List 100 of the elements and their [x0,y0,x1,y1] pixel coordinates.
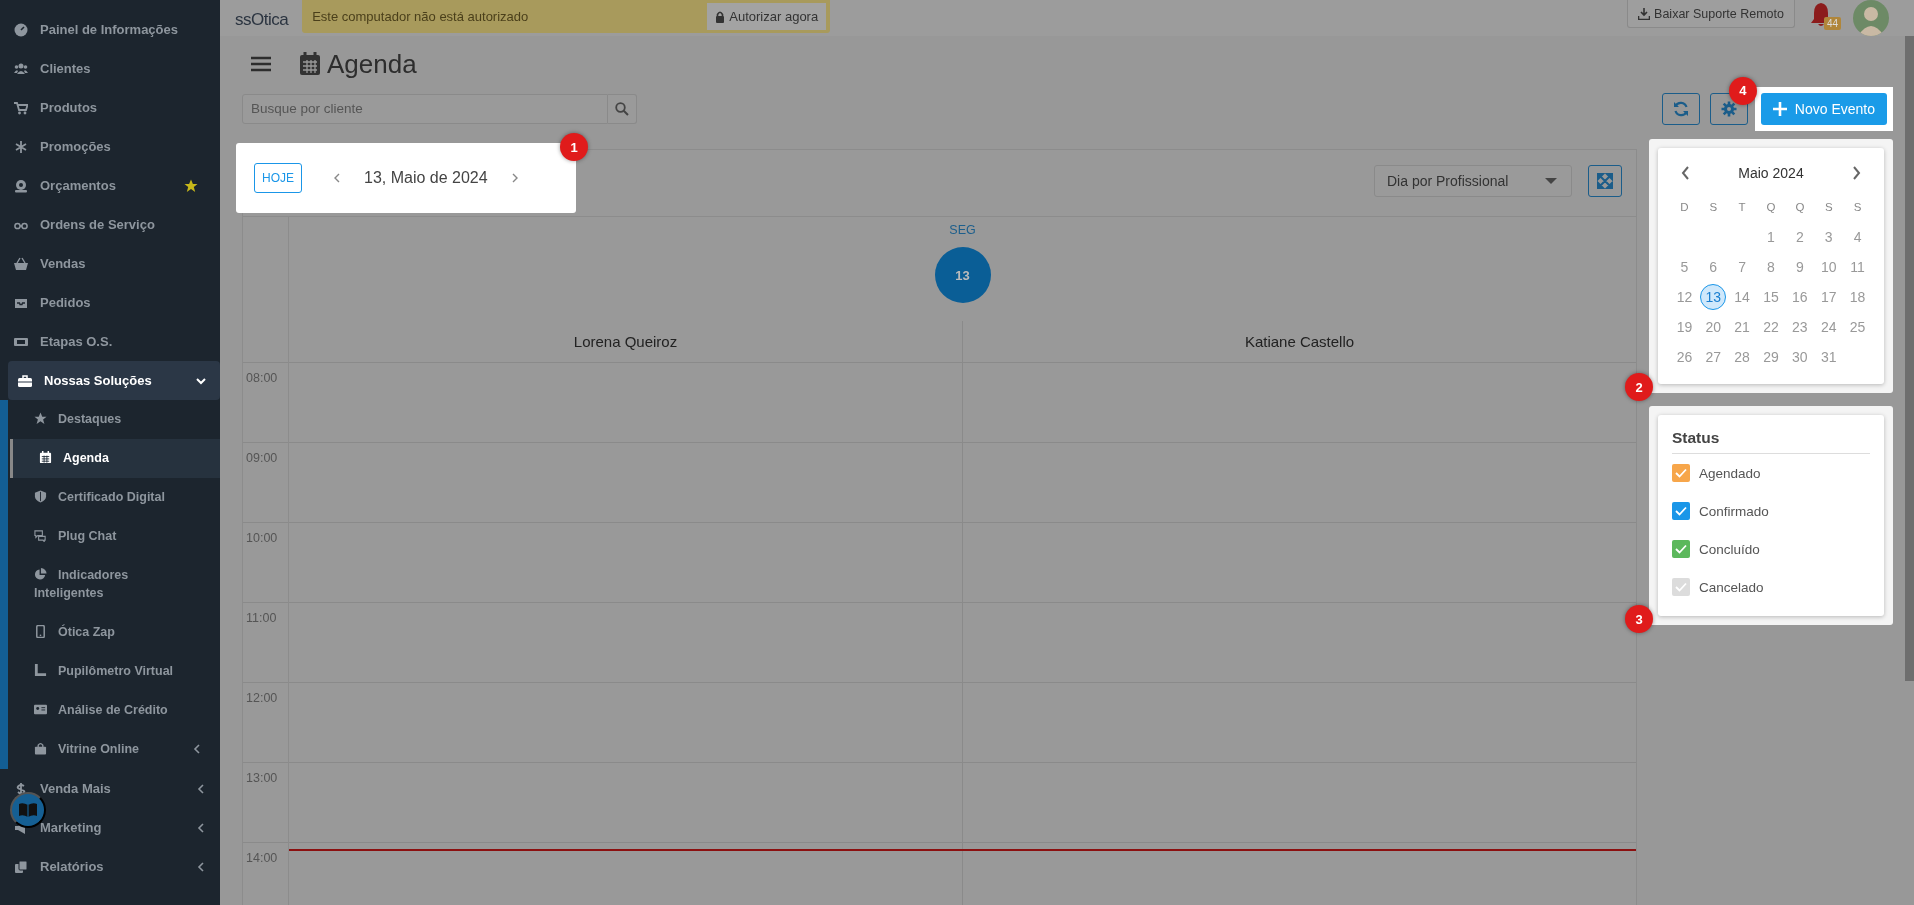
dollar-icon [14,781,28,796]
chevron-left-icon [196,822,206,833]
calendar-day[interactable]: 10 [1816,255,1841,279]
plus-icon [1772,101,1787,116]
calendar-day[interactable]: 2 [1787,225,1812,249]
sidebar-item[interactable]: Nossas Soluções [8,361,220,400]
time-label: 13:00 [243,762,288,842]
calendar-day[interactable]: 19 [1672,315,1697,339]
sidebar-item[interactable]: Relatórios [0,847,220,886]
calendar-icon [299,52,321,76]
calendar-day[interactable]: 25 [1845,315,1870,339]
search-field[interactable]: Busque por cliente [242,93,608,124]
checkbox-label: Cancelado [1699,579,1764,595]
lock-icon [715,10,726,23]
calendar-day[interactable]: 17 [1816,285,1841,309]
calendar-day[interactable]: 22 [1759,315,1783,339]
menu-icon[interactable] [251,56,271,72]
chevron-left-icon [196,861,206,872]
authorize-button[interactable]: Autorizar agora [707,3,827,30]
refresh-button[interactable] [1661,92,1700,125]
sidebar-item[interactable]: Certificado Digital [8,478,220,517]
check-icon [1675,506,1687,516]
tour-step-tooltip: 3 [1625,605,1653,633]
chevron-left-icon [196,783,206,794]
calendar-day[interactable]: 27 [1701,345,1726,369]
chevron-left-icon [1680,166,1690,180]
calendar-day[interactable]: 4 [1845,225,1870,249]
chat-icon [34,529,47,542]
check-icon [1675,582,1687,592]
sidebar-item[interactable]: Indicadores Inteligentes [8,556,220,613]
view-dropdown[interactable]: Dia por Profissional [1374,165,1572,197]
weekday-label: S [1852,200,1863,215]
checkbox[interactable] [1672,502,1690,520]
sidebar-item[interactable]: Venda Mais [0,769,220,808]
calendar-day[interactable]: 6 [1701,255,1726,279]
calendar-day[interactable]: 20 [1701,315,1726,339]
sidebar-item[interactable]: Painel de Informações [0,10,220,49]
calendar-day[interactable]: 28 [1730,345,1755,369]
column-header: Katiane Castello [962,321,1636,362]
time-label: 12:00 [243,682,288,762]
sidebar-item[interactable]: Agenda [10,439,220,478]
weekday-label: S [1823,200,1834,215]
checkbox[interactable] [1672,464,1690,482]
sidebar-item[interactable]: Destaques [8,400,220,439]
sidebar-item[interactable]: Pedidos [0,283,220,322]
calendar-day[interactable]: 24 [1816,315,1841,339]
sidebar-item[interactable]: Produtos [0,88,220,127]
sidebar-item[interactable]: Clientes [0,49,220,88]
calendar-day[interactable]: 11 [1845,255,1870,279]
fullscreen-button[interactable] [1588,165,1622,197]
sidebar-item[interactable]: Ótica Zap [8,613,220,652]
new-event-button[interactable]: Novo Evento [1760,92,1887,125]
sidebar-item[interactable]: Etapas O.S. [0,322,220,361]
checkbox[interactable] [1672,540,1690,558]
calendar-day[interactable]: 16 [1787,285,1812,309]
check-icon [1675,544,1687,554]
chevron-right-icon [1852,166,1862,180]
calendar-day[interactable]: 30 [1787,345,1812,369]
calendar-day[interactable]: 23 [1787,315,1812,339]
sidebar-item[interactable]: Promoções [0,127,220,166]
calendar-day[interactable]: 31 [1816,345,1841,369]
calendar-day[interactable]: 3 [1816,225,1841,249]
sidebar-item[interactable]: Pupilômetro Virtual [8,652,220,691]
calendar-day[interactable]: 7 [1730,255,1755,279]
search-button[interactable] [608,93,637,124]
sidebar-item[interactable]: Ordens de Serviço [0,205,220,244]
calendar-day[interactable]: 26 [1672,345,1697,369]
calendar-day[interactable]: 14 [1730,285,1755,309]
download-icon [1638,7,1651,20]
alert-text: Este computador não está autorizado [312,9,529,24]
calendar-day[interactable]: 18 [1845,285,1870,309]
calendar-day[interactable]: 15 [1759,285,1783,309]
calendar-day[interactable]: 8 [1759,255,1783,279]
scrollbar[interactable] [1905,36,1914,681]
calendar-day[interactable]: 5 [1672,255,1697,279]
calendar-day[interactable]: 9 [1787,255,1812,279]
chevron-down-icon [196,375,206,386]
calendar-day[interactable]: 13 [1700,284,1727,310]
chevron-left-icon [192,744,202,754]
sidebar-item[interactable]: Plug Chat [8,517,220,556]
checkbox[interactable] [1672,578,1690,596]
calendar-day[interactable]: 29 [1759,345,1783,369]
check-icon [1675,468,1687,478]
calendar-day[interactable]: 12 [1672,285,1697,309]
section-title: Status [1672,429,1870,454]
sidebar-item[interactable]: Vitrine Online [8,730,220,769]
basket-icon [14,256,28,271]
today-button[interactable]: HOJE [254,163,302,193]
avatar[interactable] [1853,0,1889,36]
calendar-day[interactable]: 21 [1730,315,1755,339]
asterisk-icon [14,139,28,154]
briefcase-icon [18,373,32,388]
calendar-icon [39,451,52,464]
calendar-day[interactable]: 1 [1759,225,1783,249]
pie-chart-icon [34,568,47,581]
sidebar-item[interactable]: Vendas [0,244,220,283]
support-button[interactable]: Baixar Suporte Remoto [1627,0,1795,28]
star-icon [34,412,47,425]
sidebar-item[interactable]: Orçamentos [0,166,220,205]
sidebar-item[interactable]: Análise de Crédito [8,691,220,730]
